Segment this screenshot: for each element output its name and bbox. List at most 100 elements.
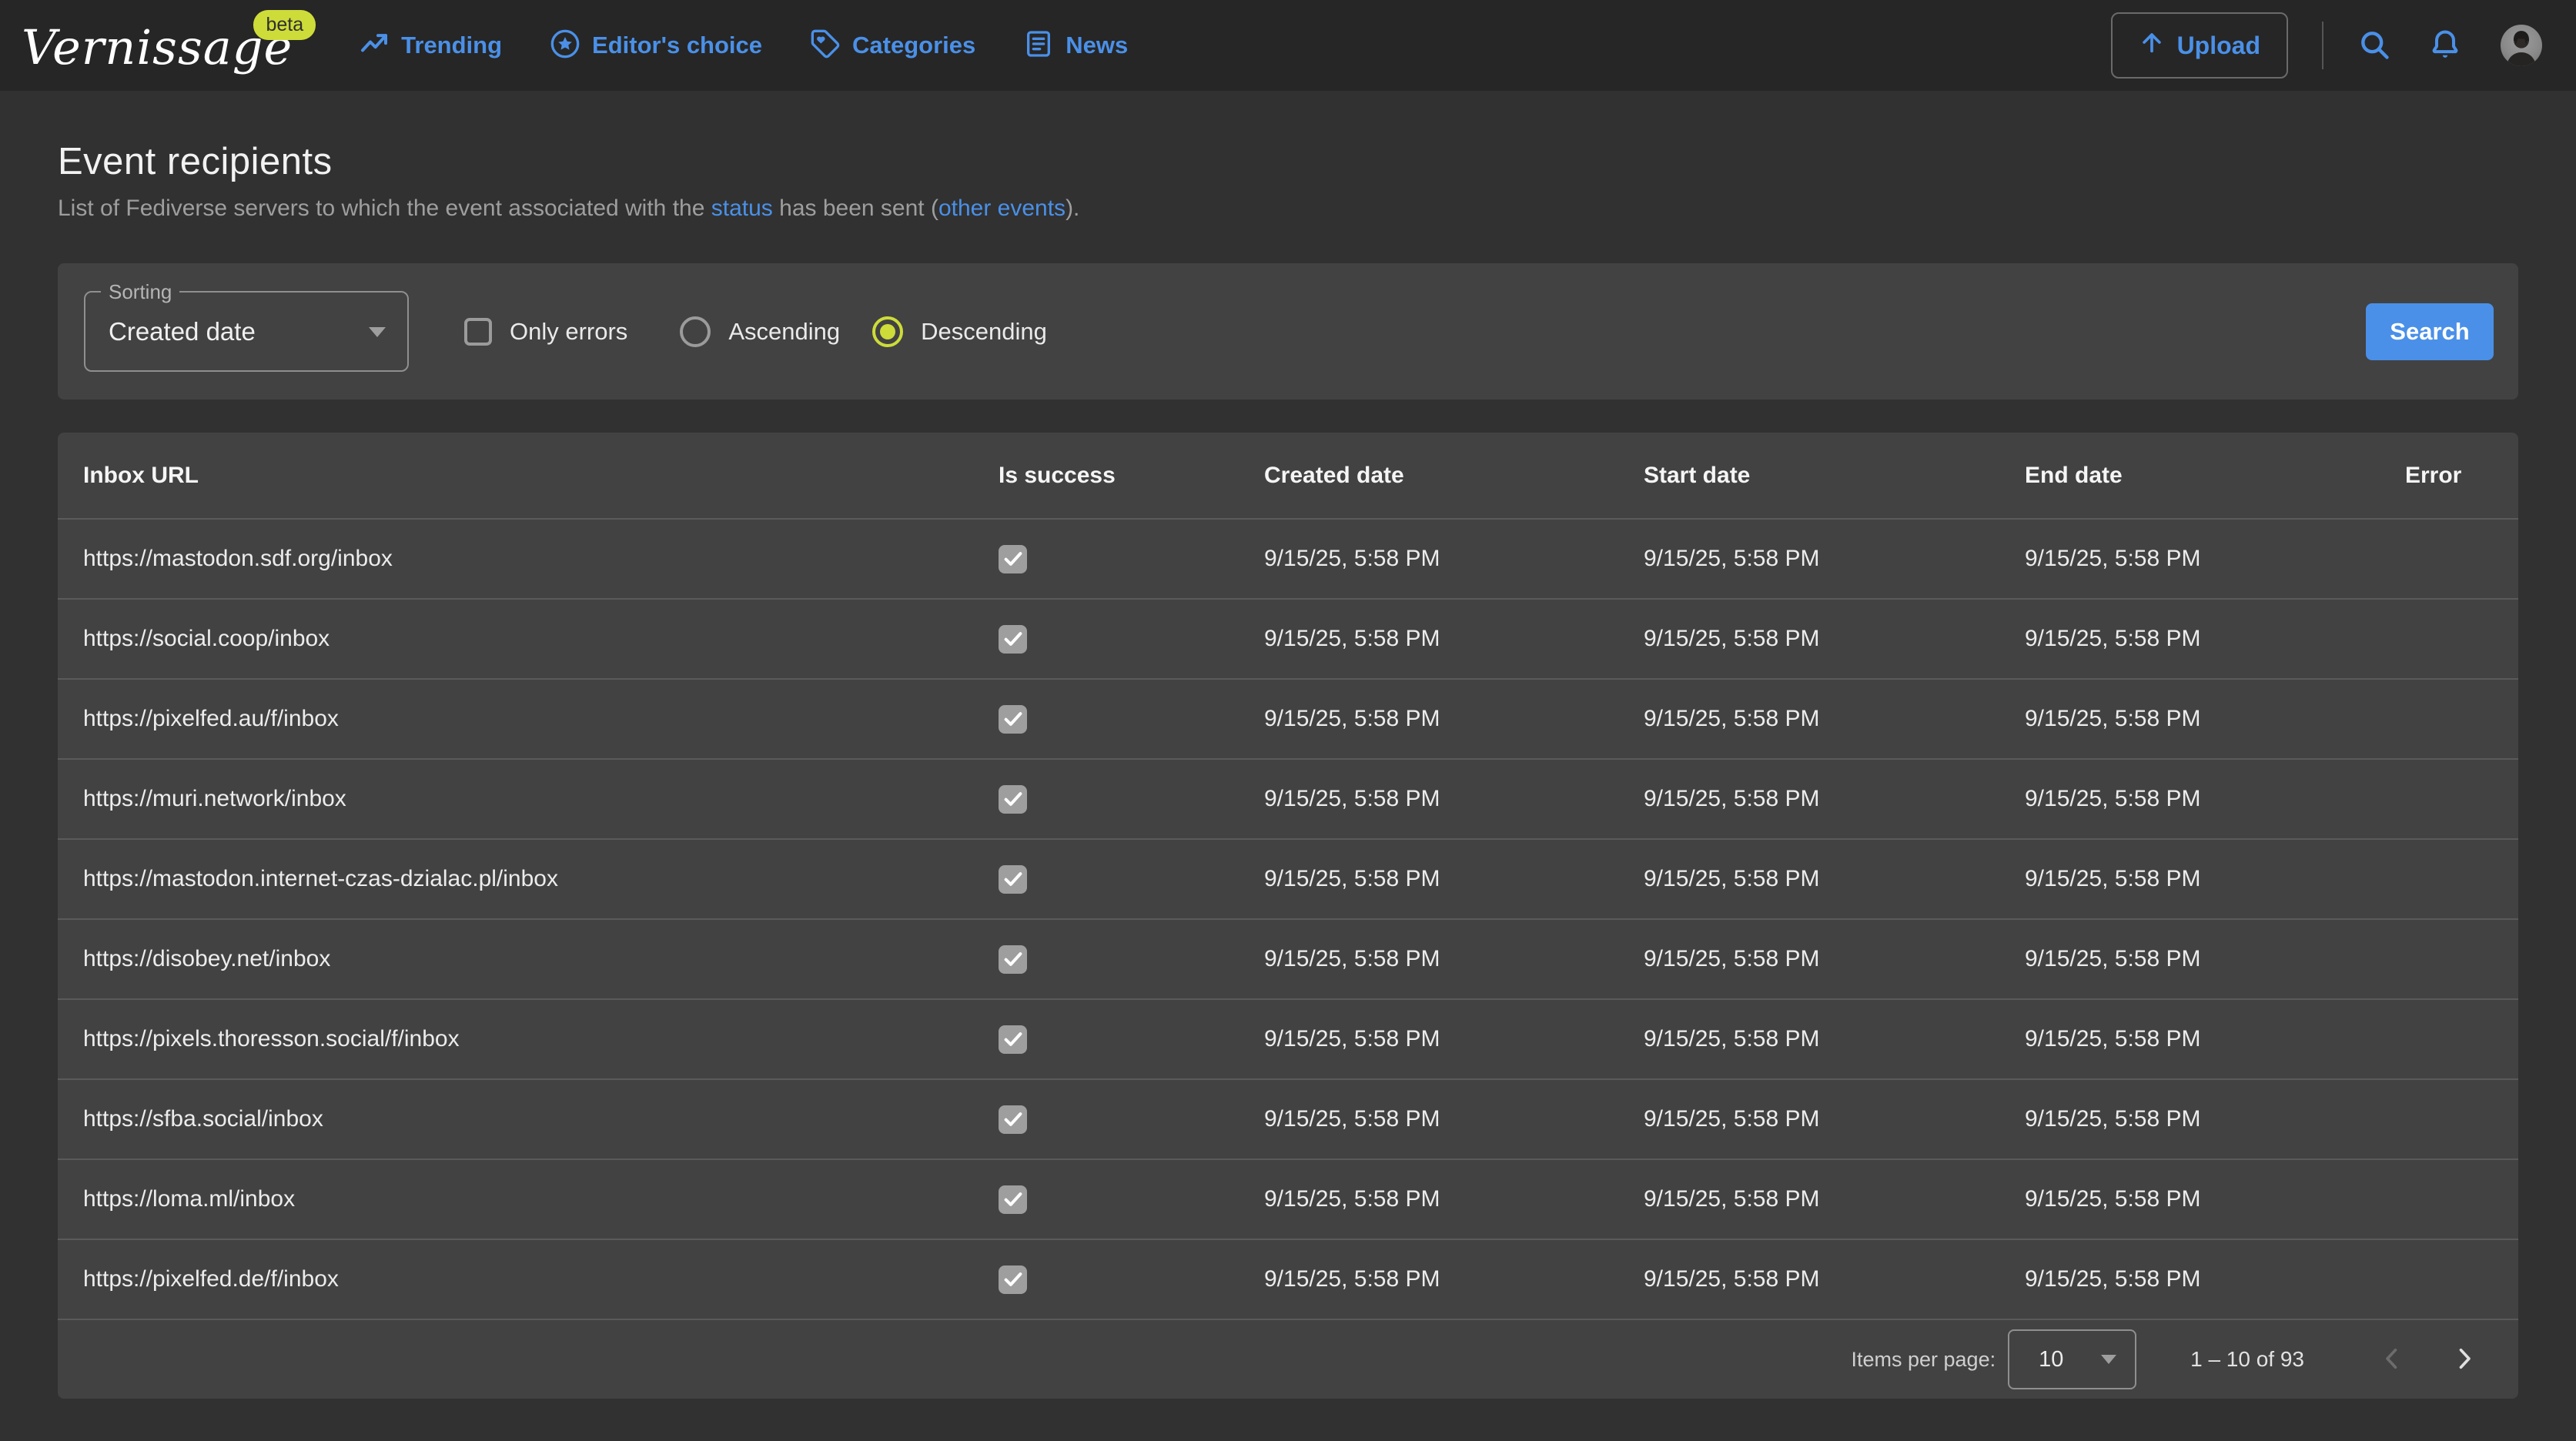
nav-item-news[interactable]: News bbox=[1023, 28, 1128, 63]
news-article-icon bbox=[1023, 28, 1054, 63]
navbar-divider bbox=[2322, 22, 2323, 69]
page-subtitle: List of Fediverse servers to which the e… bbox=[58, 196, 2518, 222]
is-success-cell bbox=[973, 1025, 1239, 1054]
chevron-left-icon bbox=[2378, 1345, 2406, 1375]
end-date-cell: 9/15/25, 5:58 PM bbox=[1999, 546, 2380, 572]
search-icon-button[interactable] bbox=[2357, 28, 2391, 64]
created-date-cell: 9/15/25, 5:58 PM bbox=[1239, 1106, 1618, 1132]
end-date-cell: 9/15/25, 5:58 PM bbox=[1999, 626, 2380, 652]
inbox-url-cell: https://social.coop/inbox bbox=[58, 626, 973, 652]
descending-label: Descending bbox=[921, 318, 1047, 346]
nav-item-label: Trending bbox=[401, 32, 502, 59]
column-header-error: Error bbox=[2380, 463, 2518, 489]
success-checkbox bbox=[999, 1025, 1027, 1054]
page-size-select[interactable]: 10 bbox=[2008, 1329, 2136, 1389]
user-avatar[interactable] bbox=[2501, 25, 2542, 66]
table-row: https://pixelfed.au/f/inbox 9/15/25, 5:5… bbox=[58, 678, 2518, 758]
sorting-select-value: Created date bbox=[85, 317, 256, 346]
end-date-cell: 9/15/25, 5:58 PM bbox=[1999, 1186, 2380, 1212]
end-date-cell: 9/15/25, 5:58 PM bbox=[1999, 1266, 2380, 1292]
nav-item-trending[interactable]: Trending bbox=[359, 28, 502, 63]
is-success-cell bbox=[973, 625, 1239, 654]
only-errors-label: Only errors bbox=[510, 318, 627, 346]
column-header-start-date: Start date bbox=[1618, 463, 1999, 489]
only-errors-checkbox[interactable]: Only errors bbox=[464, 318, 627, 346]
column-header-end-date: End date bbox=[1999, 463, 2380, 489]
tag-heart-icon bbox=[810, 28, 841, 63]
success-checkbox bbox=[999, 1185, 1027, 1214]
start-date-cell: 9/15/25, 5:58 PM bbox=[1618, 546, 1999, 572]
is-success-cell bbox=[973, 1185, 1239, 1214]
app-logo[interactable]: Vernissage beta bbox=[22, 19, 293, 72]
next-page-button[interactable] bbox=[2451, 1345, 2478, 1375]
inbox-url-cell: https://muri.network/inbox bbox=[58, 786, 973, 812]
created-date-cell: 9/15/25, 5:58 PM bbox=[1239, 706, 1618, 732]
end-date-cell: 9/15/25, 5:58 PM bbox=[1999, 786, 2380, 812]
nav-item-label: News bbox=[1066, 32, 1128, 59]
beta-badge: beta bbox=[253, 10, 316, 40]
previous-page-button[interactable] bbox=[2378, 1345, 2406, 1375]
recipients-table: Inbox URL Is success Created date Start … bbox=[58, 433, 2518, 1399]
table-row: https://mastodon.internet-czas-dzialac.p… bbox=[58, 838, 2518, 918]
created-date-cell: 9/15/25, 5:58 PM bbox=[1239, 626, 1618, 652]
inbox-url-cell: https://mastodon.sdf.org/inbox bbox=[58, 546, 973, 572]
success-checkbox bbox=[999, 545, 1027, 573]
subtitle-text: has been sent ( bbox=[773, 196, 938, 221]
notifications-button[interactable] bbox=[2428, 28, 2462, 64]
chevron-down-icon bbox=[369, 327, 386, 337]
start-date-cell: 9/15/25, 5:58 PM bbox=[1618, 786, 1999, 812]
paginator: Items per page: 10 1 – 10 of 93 bbox=[58, 1319, 2518, 1399]
end-date-cell: 9/15/25, 5:58 PM bbox=[1999, 866, 2380, 892]
search-icon bbox=[2357, 28, 2391, 64]
column-header-is-success: Is success bbox=[973, 463, 1239, 489]
is-success-cell bbox=[973, 545, 1239, 573]
inbox-url-cell: https://sfba.social/inbox bbox=[58, 1106, 973, 1132]
app-logo-text: Vernissage bbox=[22, 19, 293, 72]
inbox-url-cell: https://pixelfed.de/f/inbox bbox=[58, 1266, 973, 1292]
end-date-cell: 9/15/25, 5:58 PM bbox=[1999, 946, 2380, 972]
created-date-cell: 9/15/25, 5:58 PM bbox=[1239, 786, 1618, 812]
inbox-url-cell: https://pixels.thoresson.social/f/inbox bbox=[58, 1026, 973, 1052]
is-success-cell bbox=[973, 945, 1239, 974]
start-date-cell: 9/15/25, 5:58 PM bbox=[1618, 1266, 1999, 1292]
chevron-down-icon bbox=[2101, 1355, 2116, 1364]
sorting-select[interactable]: Sorting Created date bbox=[84, 291, 409, 372]
main-nav: Trending Editor's choice Categories bbox=[359, 28, 1128, 63]
inbox-url-cell: https://loma.ml/inbox bbox=[58, 1186, 973, 1212]
is-success-cell bbox=[973, 1105, 1239, 1134]
table-row: https://pixelfed.de/f/inbox 9/15/25, 5:5… bbox=[58, 1239, 2518, 1319]
ascending-radio[interactable]: Ascending bbox=[680, 316, 840, 347]
start-date-cell: 9/15/25, 5:58 PM bbox=[1618, 1186, 1999, 1212]
upload-button[interactable]: Upload bbox=[2111, 12, 2288, 79]
page-title: Event recipients bbox=[58, 140, 2518, 183]
column-header-inbox-url: Inbox URL bbox=[58, 463, 973, 489]
is-success-cell bbox=[973, 1265, 1239, 1294]
table-header-row: Inbox URL Is success Created date Start … bbox=[58, 433, 2518, 518]
nav-item-editors-choice[interactable]: Editor's choice bbox=[550, 28, 762, 63]
table-row: https://loma.ml/inbox 9/15/25, 5:58 PM 9… bbox=[58, 1158, 2518, 1239]
nav-item-label: Editor's choice bbox=[592, 32, 762, 59]
chevron-right-icon bbox=[2451, 1345, 2478, 1375]
status-link[interactable]: status bbox=[711, 196, 773, 221]
success-checkbox bbox=[999, 1265, 1027, 1294]
table-row: https://muri.network/inbox 9/15/25, 5:58… bbox=[58, 758, 2518, 838]
upload-arrow-icon bbox=[2139, 29, 2165, 62]
sorting-select-label: Sorting bbox=[101, 281, 179, 303]
is-success-cell bbox=[973, 705, 1239, 734]
inbox-url-cell: https://mastodon.internet-czas-dzialac.p… bbox=[58, 866, 973, 892]
start-date-cell: 9/15/25, 5:58 PM bbox=[1618, 1026, 1999, 1052]
table-row: https://sfba.social/inbox 9/15/25, 5:58 … bbox=[58, 1078, 2518, 1158]
nav-item-categories[interactable]: Categories bbox=[810, 28, 975, 63]
other-events-link[interactable]: other events bbox=[938, 196, 1066, 221]
ascending-label: Ascending bbox=[728, 318, 840, 346]
created-date-cell: 9/15/25, 5:58 PM bbox=[1239, 866, 1618, 892]
is-success-cell bbox=[973, 785, 1239, 814]
inbox-url-cell: https://pixelfed.au/f/inbox bbox=[58, 706, 973, 732]
search-button[interactable]: Search bbox=[2366, 303, 2494, 360]
star-circle-icon bbox=[550, 28, 580, 63]
success-checkbox bbox=[999, 625, 1027, 654]
start-date-cell: 9/15/25, 5:58 PM bbox=[1618, 626, 1999, 652]
trending-up-icon bbox=[359, 28, 390, 63]
descending-radio[interactable]: Descending bbox=[872, 316, 1047, 347]
start-date-cell: 9/15/25, 5:58 PM bbox=[1618, 1106, 1999, 1132]
